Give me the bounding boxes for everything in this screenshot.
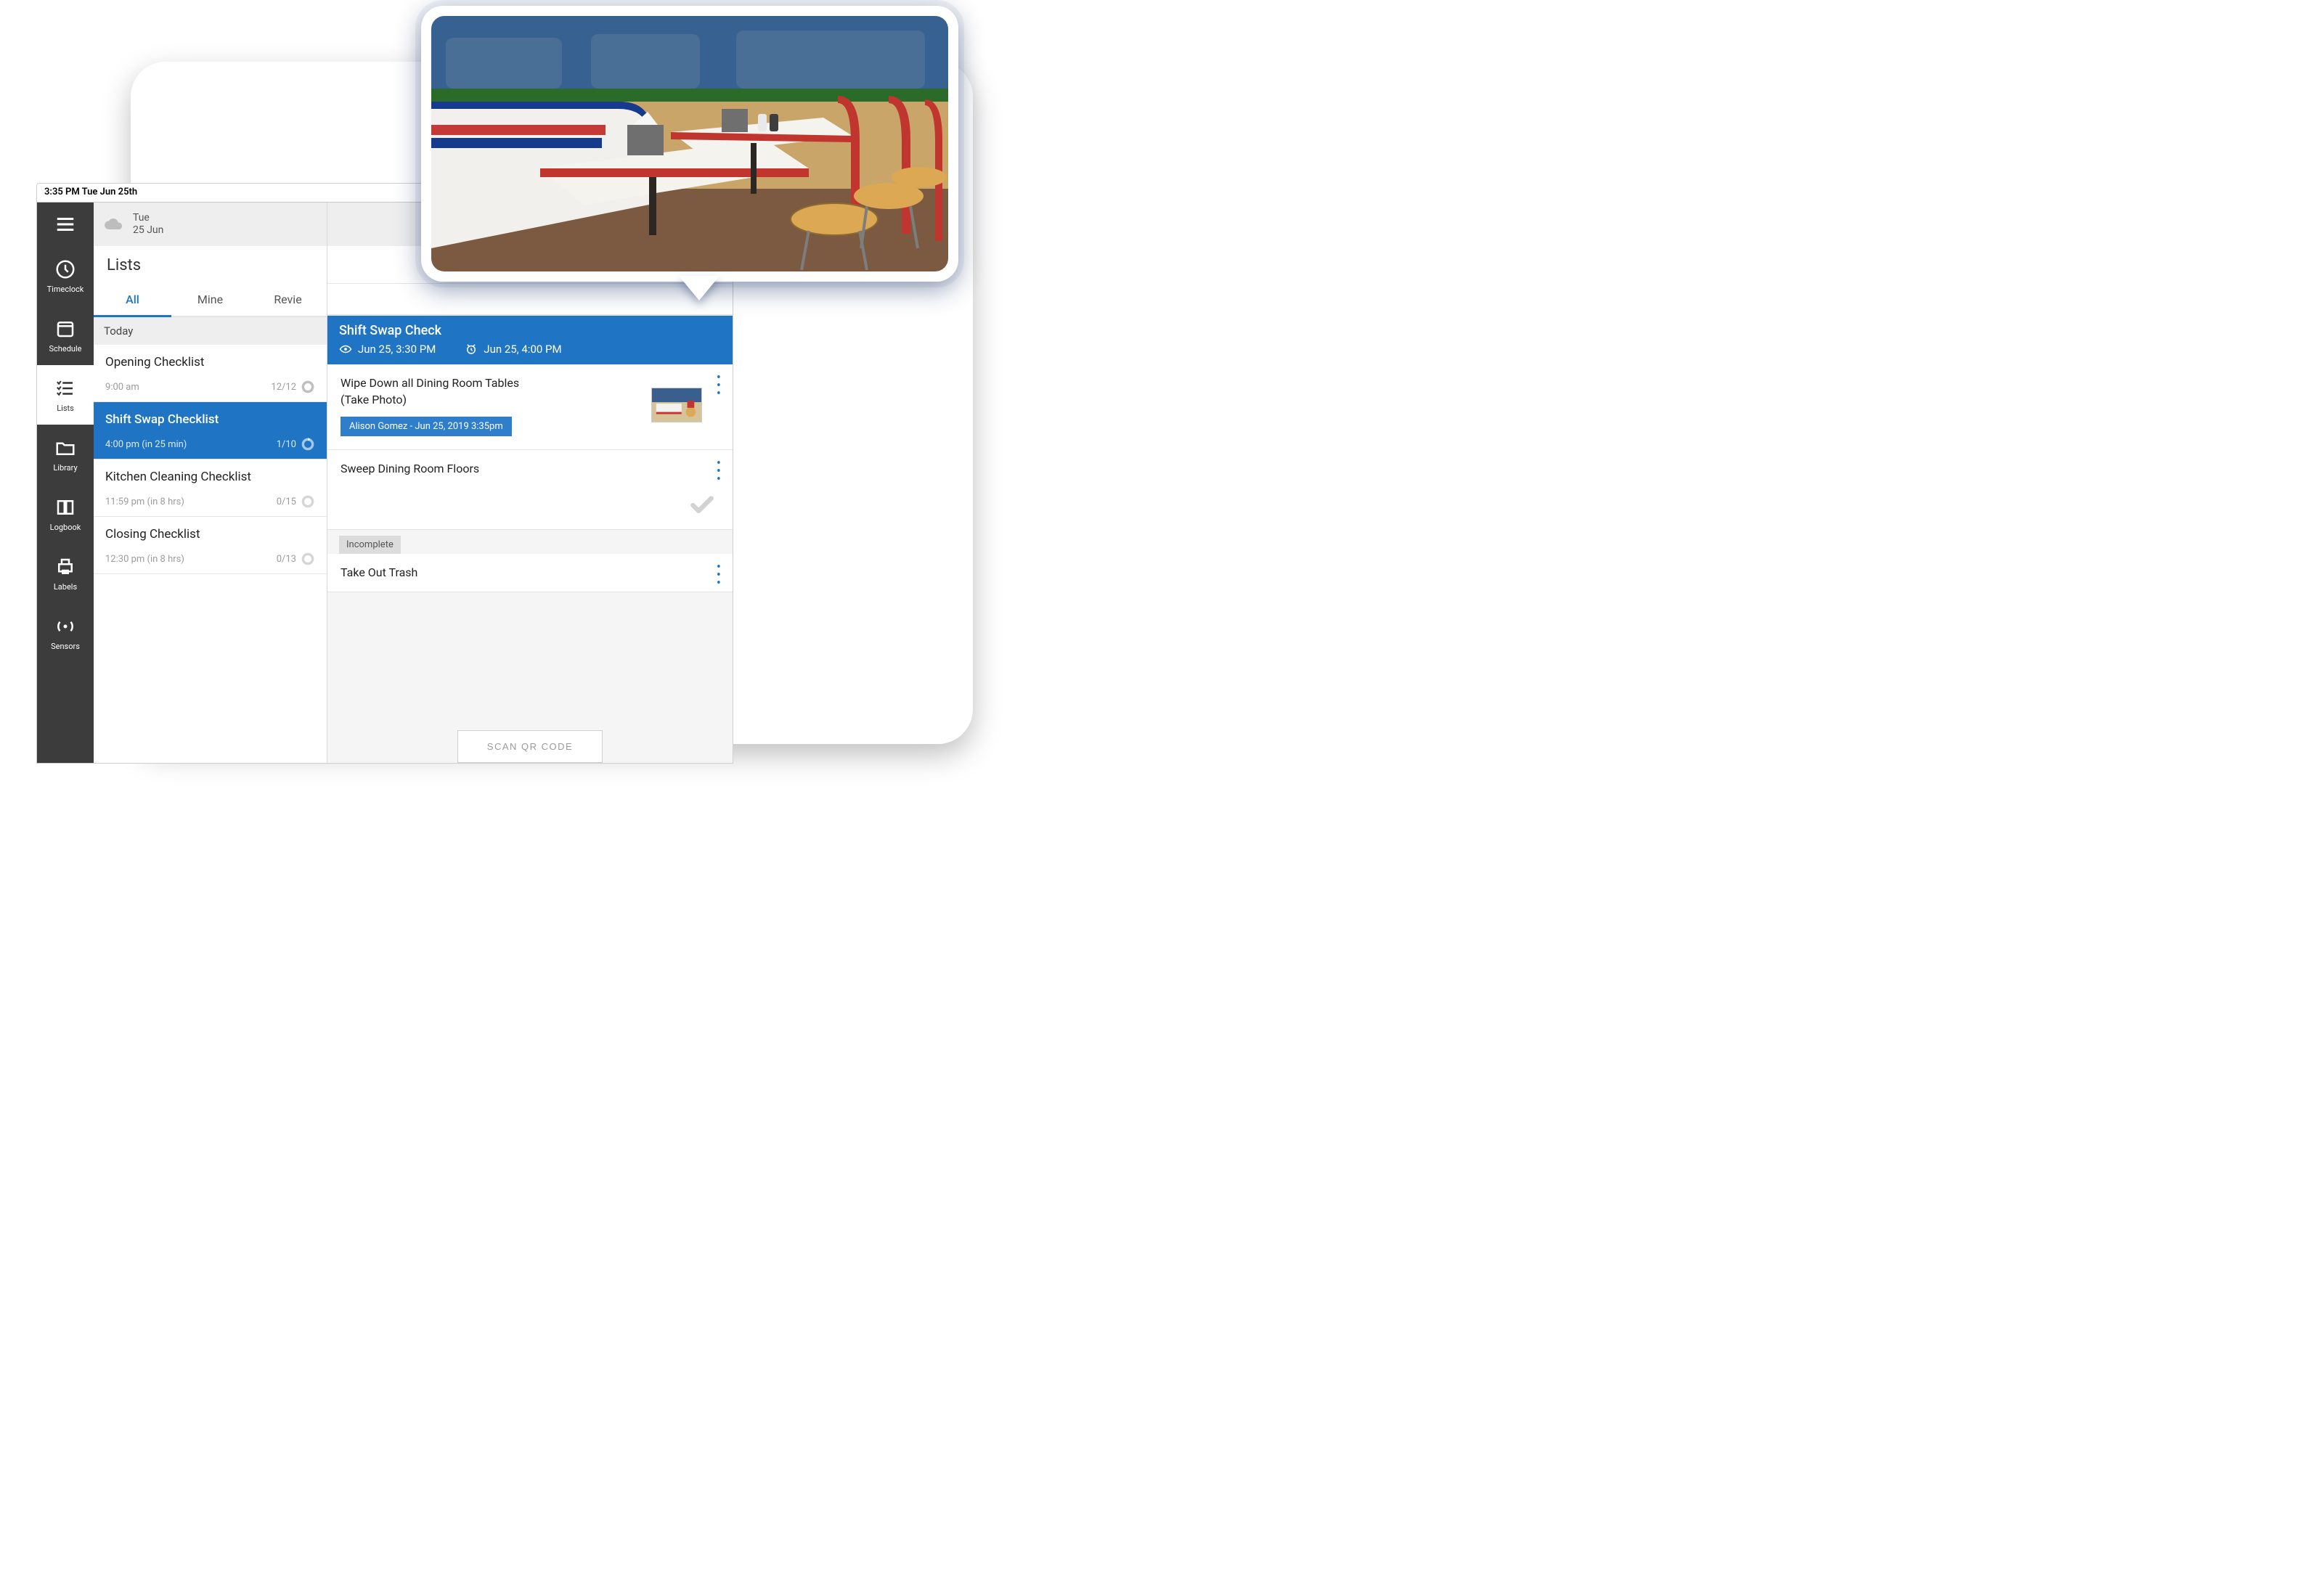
- task-menu-button[interactable]: •••: [717, 564, 722, 587]
- sidebar-item-schedule[interactable]: Schedule: [37, 306, 94, 365]
- task-menu-button[interactable]: •••: [717, 460, 722, 483]
- sidebar-item-label: Library: [53, 463, 77, 473]
- cloud-icon: [104, 214, 124, 234]
- task-row[interactable]: Sweep Dining Room Floors •••: [327, 450, 733, 530]
- task-row[interactable]: Take Out Trash •••: [327, 554, 733, 592]
- sensor-icon: [54, 616, 76, 637]
- diner-photo: [431, 16, 948, 271]
- tab-review[interactable]: Revie: [249, 284, 327, 316]
- sidebar-item-label: Sensors: [51, 642, 80, 651]
- sidebar-item-labels[interactable]: Labels: [37, 544, 94, 603]
- list-item-title: Kitchen Cleaning Checklist: [105, 470, 315, 484]
- task-title: Sweep Dining Room Floors: [341, 460, 719, 477]
- list-item-time: 9:00 am: [105, 382, 139, 393]
- status-pill: Incomplete: [339, 536, 401, 554]
- detail-due: Jun 25, 4:00 PM: [484, 343, 561, 356]
- task-title: Take Out Trash: [341, 564, 719, 581]
- task-author-chip: Alison Gomez - Jun 25, 2019 3:35pm: [341, 417, 512, 436]
- printer-icon: [54, 556, 76, 578]
- sidebar-item-timeclock[interactable]: Timeclock: [37, 246, 94, 306]
- progress-ring-icon: [301, 552, 315, 566]
- progress-ring-icon: [301, 380, 315, 394]
- detail-viewed: Jun 25, 3:30 PM: [358, 343, 436, 356]
- list-item-progress: 12/12: [271, 382, 296, 393]
- book-icon: [54, 496, 76, 518]
- clock-icon: [54, 258, 76, 280]
- list-item[interactable]: Closing Checklist 12:30 pm (in 8 hrs) 0/…: [94, 517, 327, 574]
- tab-all[interactable]: All: [94, 284, 171, 317]
- sidebar-item-label: Labels: [54, 582, 77, 592]
- progress-ring-icon: [301, 494, 315, 509]
- sidebar: Timeclock Schedule Lists Library Logbook…: [37, 203, 94, 763]
- list-item[interactable]: Opening Checklist 9:00 am 12/12: [94, 345, 327, 402]
- page-title: Lists: [94, 246, 327, 284]
- menu-button[interactable]: [37, 203, 94, 246]
- scan-qr-button[interactable]: SCAN QR CODE: [457, 730, 603, 763]
- list-tabs: All Mine Revie: [94, 284, 327, 317]
- list-item[interactable]: Shift Swap Checklist 4:00 pm (in 25 min)…: [94, 402, 327, 459]
- tab-mine[interactable]: Mine: [171, 284, 249, 316]
- list-item-time: 4:00 pm (in 25 min): [105, 439, 187, 450]
- list-item-time: 11:59 pm (in 8 hrs): [105, 496, 184, 507]
- eye-icon: [339, 343, 352, 356]
- sidebar-item-logbook[interactable]: Logbook: [37, 484, 94, 544]
- list-item-progress: 0/13: [277, 554, 296, 565]
- header-day: Tue: [133, 212, 163, 224]
- sidebar-item-label: Schedule: [49, 344, 82, 353]
- list-item-progress: 1/10: [277, 439, 296, 450]
- list-item[interactable]: Kitchen Cleaning Checklist 11:59 pm (in …: [94, 459, 327, 517]
- task-menu-button[interactable]: •••: [717, 375, 722, 398]
- list-item-progress: 0/15: [277, 496, 296, 507]
- alarm-icon: [465, 343, 478, 356]
- date-sync-header: Tue 25 Jun: [94, 203, 327, 246]
- hamburger-icon: [54, 213, 76, 235]
- list-item-title: Shift Swap Checklist: [105, 412, 315, 427]
- lists-column: Tue 25 Jun Lists All Mine Revie Today Op…: [94, 203, 327, 763]
- detail-header: Shift Swap Check Jun 25, 3:30 PM Jun 25,…: [327, 316, 733, 364]
- calendar-icon: [54, 318, 76, 340]
- sidebar-item-sensors[interactable]: Sensors: [37, 603, 94, 663]
- progress-ring-icon: [301, 437, 315, 451]
- task-photo-thumb[interactable]: [651, 388, 702, 422]
- checkmark-icon: [685, 491, 719, 519]
- task-subtitle: (Take Photo): [341, 393, 407, 406]
- detail-title: Shift Swap Check: [339, 323, 721, 338]
- sidebar-item-label: Logbook: [50, 523, 81, 532]
- header-date: 25 Jun: [133, 224, 163, 237]
- list-item-title: Opening Checklist: [105, 355, 315, 369]
- sidebar-item-lists[interactable]: Lists: [37, 365, 94, 425]
- sidebar-item-label: Timeclock: [47, 285, 84, 294]
- section-today: Today: [94, 317, 327, 345]
- list-item-title: Closing Checklist: [105, 527, 315, 541]
- photo-popover: [421, 6, 958, 305]
- task-row[interactable]: Wipe Down all Dining Room Tables (Take P…: [327, 364, 733, 450]
- checklist-icon: [54, 377, 76, 399]
- folder-icon: [54, 437, 76, 459]
- sidebar-item-library[interactable]: Library: [37, 425, 94, 484]
- task-title: Wipe Down all Dining Room Tables: [341, 376, 519, 390]
- sidebar-item-label: Lists: [57, 404, 74, 413]
- list-item-time: 12:30 pm (in 8 hrs): [105, 554, 184, 565]
